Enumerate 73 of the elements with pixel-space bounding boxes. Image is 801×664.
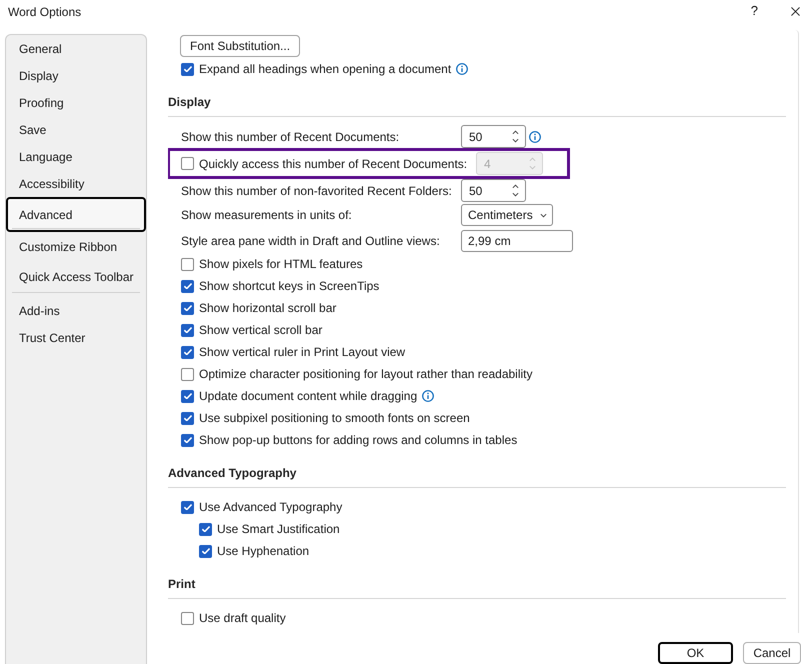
- section-heading: Print: [168, 576, 196, 592]
- option-label: Optimize character positioning for layout rather than readability: [199, 366, 533, 383]
- sidebar-item[interactable]: Language: [6, 143, 146, 170]
- sidebar-item[interactable]: Save: [6, 116, 146, 143]
- option-label: Use draft quality: [199, 610, 286, 627]
- dialog-button[interactable]: OK: [658, 642, 733, 664]
- checkmark-icon: [202, 548, 210, 554]
- checkbox[interactable]: [181, 368, 194, 380]
- checkmark-icon: [184, 349, 192, 355]
- checkbox[interactable]: [199, 522, 212, 536]
- checkmark-icon: [184, 437, 192, 443]
- sidebar-item[interactable]: Accessibility: [6, 170, 146, 197]
- sidebar-item[interactable]: Add-ins: [6, 297, 146, 324]
- checkmark-icon: [184, 327, 192, 333]
- checkmark-icon: [184, 504, 192, 510]
- chevron-down-icon[interactable]: [540, 212, 547, 218]
- option-label: Expand all headings when opening a document: [199, 61, 452, 78]
- checkbox[interactable]: [181, 434, 194, 446]
- checkmark-icon: [184, 305, 192, 311]
- checkmark-icon: [184, 66, 192, 72]
- option-label: Quickly access this number of Recent Documents:: [199, 156, 468, 172]
- option-label: Show this number of Recent Documents:: [181, 128, 400, 146]
- option-label: Show pixels for HTML features: [199, 256, 363, 273]
- dialog-button[interactable]: Font Substitution...: [180, 35, 300, 57]
- checkbox[interactable]: [181, 346, 194, 358]
- checkbox[interactable]: [181, 412, 194, 424]
- checkbox[interactable]: [181, 500, 194, 514]
- checkbox[interactable]: [181, 324, 194, 336]
- checkmark-icon: [202, 526, 210, 532]
- option-label: Use Advanced Typography: [199, 499, 342, 516]
- checkbox[interactable]: [181, 390, 194, 402]
- option-label: Show this number of non-favorited Recent Folders:: [181, 182, 453, 200]
- sidebar-item[interactable]: Proofing: [6, 89, 146, 116]
- units-dropdown[interactable]: Centimeters: [461, 204, 553, 226]
- section-heading: Advanced Typography: [168, 465, 298, 481]
- checkmark-icon: [184, 415, 192, 421]
- sidebar-item[interactable]: Display: [6, 62, 146, 89]
- chevron-down-icon[interactable]: [512, 138, 519, 143]
- option-label: Show vertical scroll bar: [199, 322, 322, 339]
- help-button[interactable]: ?: [750, 4, 758, 18]
- number-spinner[interactable]: 50: [461, 125, 526, 148]
- option-label: Use Hyphenation: [217, 543, 310, 560]
- text-field[interactable]: 2,99 cm: [461, 230, 573, 252]
- chevron-down-icon[interactable]: [512, 192, 519, 197]
- option-label: Use subpixel positioning to smooth fonts on screen: [199, 410, 470, 427]
- sidebar-item[interactable]: General: [6, 35, 146, 62]
- checkbox[interactable]: [199, 544, 212, 558]
- checkbox[interactable]: [181, 280, 194, 292]
- sidebar-item[interactable]: Customize Ribbon: [6, 232, 146, 262]
- option-label: Update document content while dragging: [199, 388, 418, 405]
- sidebar-item[interactable]: Advanced: [6, 197, 146, 232]
- chevron-up-icon[interactable]: [512, 184, 519, 189]
- option-label: Show pop-up buttons for adding rows and columns in tables: [199, 432, 518, 449]
- chevron-up-icon[interactable]: [512, 130, 519, 135]
- option-label: Show measurements in units of:: [181, 207, 353, 224]
- dialog-button[interactable]: Cancel: [743, 642, 801, 664]
- section-heading: Display: [168, 94, 212, 110]
- option-label: Use Smart Justification: [217, 521, 340, 538]
- checkbox[interactable]: [181, 612, 194, 624]
- sidebar-item[interactable]: Trust Center: [6, 324, 146, 351]
- checkmark-icon: [184, 283, 192, 289]
- window-title: Word Options: [8, 4, 82, 20]
- option-label: Show vertical ruler in Print Layout view: [199, 344, 406, 361]
- checkbox[interactable]: [181, 62, 194, 76]
- checkbox[interactable]: [181, 302, 194, 314]
- number-spinner[interactable]: 50: [461, 179, 526, 202]
- option-label: Show horizontal scroll bar: [199, 300, 336, 317]
- close-icon[interactable]: [791, 7, 800, 16]
- checkbox[interactable]: [181, 258, 194, 270]
- checkmark-icon: [184, 393, 192, 399]
- option-label: Style area pane width in Draft and Outline views:: [181, 232, 441, 250]
- sidebar-item[interactable]: Quick Access Toolbar: [6, 262, 146, 292]
- option-label: Show shortcut keys in ScreenTips: [199, 278, 380, 295]
